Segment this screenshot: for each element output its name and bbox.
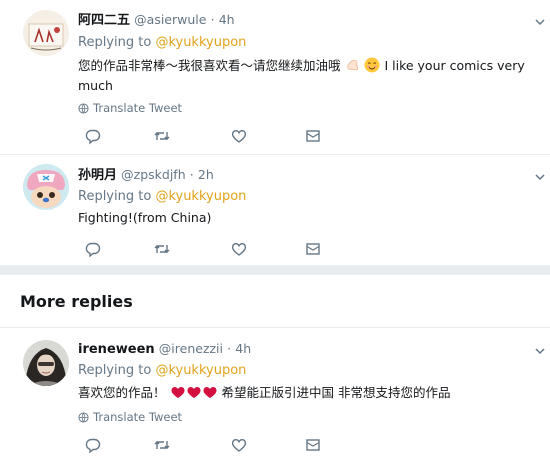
avatar[interactable]: [23, 340, 69, 386]
retweet-icon[interactable]: [153, 127, 171, 145]
message-icon[interactable]: [304, 127, 322, 145]
tweet-2[interactable]: 孙明月 @zpskdjfh · 2h Replying to @kyukkyup…: [0, 155, 550, 260]
avatar[interactable]: [23, 164, 69, 210]
tweet-text-part: 您的作品非常棒～我很喜欢看～请您继续加油哦: [78, 58, 341, 73]
reply-icon[interactable]: [84, 436, 102, 454]
replying-to-label: Replying to: [78, 35, 152, 50]
separator-dot: ·: [189, 167, 194, 182]
heart-icon: [170, 387, 185, 398]
display-name[interactable]: ireneween: [78, 342, 155, 357]
timestamp[interactable]: 4h: [219, 12, 235, 27]
replying-to: Replying to @kyukkyupon: [78, 188, 246, 206]
mention-link[interactable]: @kyukkyupon: [155, 363, 246, 378]
tweet-header: ireneween @irenezzii · 4h: [78, 340, 251, 359]
separator-dot: ·: [227, 341, 232, 356]
heart-icon: [186, 387, 201, 398]
flexed-biceps-icon: [346, 59, 358, 71]
replying-to-label: Replying to: [78, 189, 152, 204]
user-handle[interactable]: @zpskdjfh: [121, 167, 185, 182]
chevron-down-icon[interactable]: [534, 16, 546, 28]
tweet-text: 喜欢您的作品！ 希望能正版引进中国 非常想支持您的作品: [78, 383, 538, 403]
timestamp[interactable]: 2h: [198, 167, 214, 182]
retweet-icon[interactable]: [153, 436, 171, 454]
like-icon[interactable]: [230, 240, 248, 258]
timestamp[interactable]: 4h: [235, 341, 251, 356]
like-icon[interactable]: [230, 127, 248, 145]
smiling-face-icon: [364, 57, 380, 73]
tweet-text-part: 希望能正版引进中国 非常想支持您的作品: [221, 385, 451, 400]
chevron-down-icon[interactable]: [534, 345, 546, 357]
tweet-text-part: Fighting!(from China): [78, 210, 212, 225]
tweet-header: 孙明月 @zpskdjfh · 2h: [78, 166, 214, 185]
replying-to: Replying to @kyukkyupon: [78, 362, 246, 380]
tweet-text: Fighting!(from China): [78, 208, 538, 228]
reply-icon[interactable]: [84, 127, 102, 145]
reply-icon[interactable]: [84, 240, 102, 258]
translate-tweet-link[interactable]: Translate Tweet: [78, 101, 182, 115]
replying-to: Replying to @kyukkyupon: [78, 34, 246, 52]
message-icon[interactable]: [304, 240, 322, 258]
mention-link[interactable]: @kyukkyupon: [155, 189, 246, 204]
tweet-header: 阿四二五 @asierwule · 4h: [78, 11, 235, 30]
translate-label: Translate Tweet: [93, 101, 183, 115]
message-icon[interactable]: [304, 436, 322, 454]
tweet-text: 您的作品非常棒～我很喜欢看～请您继续加油哦 I like your comics…: [78, 56, 538, 96]
retweet-icon[interactable]: [153, 240, 171, 258]
like-icon[interactable]: [230, 436, 248, 454]
mention-link[interactable]: @kyukkyupon: [155, 35, 246, 50]
replying-to-label: Replying to: [78, 363, 152, 378]
globe-icon: [78, 412, 89, 423]
tweet-1[interactable]: 阿四二五 @asierwule · 4h Replying to @kyukky…: [0, 0, 550, 148]
tweet-3[interactable]: ireneween @irenezzii · 4h Replying to @k…: [0, 328, 550, 460]
section-gap: [0, 265, 550, 275]
translate-tweet-link[interactable]: Translate Tweet: [78, 410, 182, 424]
chevron-down-icon[interactable]: [534, 171, 546, 183]
more-replies-heading: More replies: [20, 292, 133, 311]
display-name[interactable]: 孙明月: [78, 168, 117, 183]
avatar[interactable]: [23, 10, 69, 56]
tweet-text-part: 喜欢您的作品！: [78, 385, 166, 400]
user-handle[interactable]: @asierwule: [134, 12, 206, 27]
translate-label: Translate Tweet: [93, 410, 183, 424]
heart-icon: [202, 387, 217, 398]
globe-icon: [78, 103, 89, 114]
user-handle[interactable]: @irenezzii: [159, 341, 223, 356]
separator-dot: ·: [210, 12, 215, 27]
display-name[interactable]: 阿四二五: [78, 13, 130, 28]
